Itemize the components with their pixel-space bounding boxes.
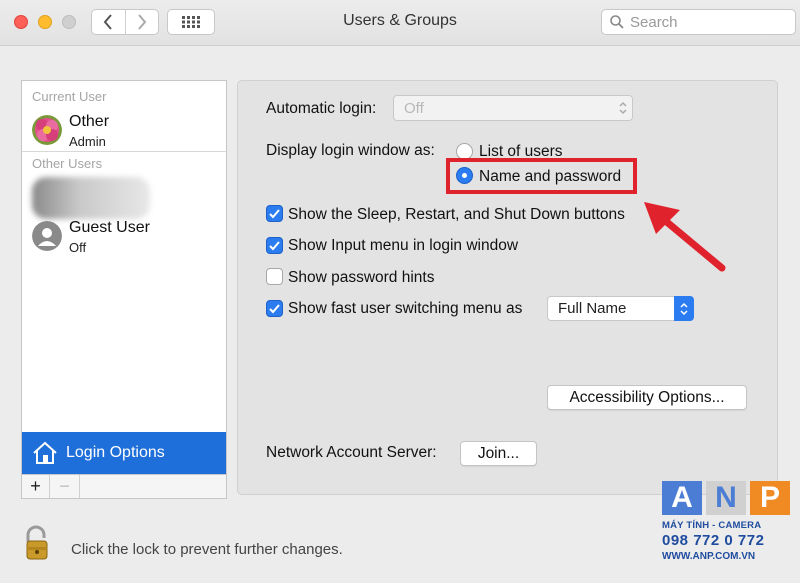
- fast-user-switching-label: Show fast user switching menu as: [288, 300, 523, 317]
- watermark-tagline: MÁY TÍNH - CAMERA: [662, 520, 762, 531]
- show-all-button[interactable]: [167, 9, 215, 35]
- search-field[interactable]: Search: [601, 9, 796, 35]
- lock-icon[interactable]: [24, 525, 54, 563]
- remove-user-button[interactable]: −: [50, 475, 80, 498]
- guest-user-status: Off: [69, 240, 87, 255]
- sleep-restart-shutdown-label: Show the Sleep, Restart, and Shut Down b…: [288, 206, 625, 223]
- checkmark-icon: [269, 304, 280, 314]
- display-login-window-label: Display login window as:: [266, 142, 435, 159]
- updown-chevron-icon: [619, 101, 627, 115]
- login-options-item[interactable]: Login Options: [22, 432, 226, 474]
- other-users-heading: Other Users: [32, 156, 103, 171]
- minimize-window-button[interactable]: [38, 15, 52, 29]
- checkmark-icon: [269, 209, 280, 219]
- current-user-heading: Current User: [32, 89, 107, 104]
- watermark-letter-n: N: [706, 481, 746, 515]
- close-window-button[interactable]: [14, 15, 28, 29]
- current-user-row[interactable]: Other Admin: [32, 113, 222, 155]
- add-user-button[interactable]: +: [22, 475, 50, 498]
- automatic-login-popup[interactable]: Off: [393, 95, 633, 121]
- join-button[interactable]: Join...: [460, 441, 537, 466]
- highlight-box: [446, 158, 637, 194]
- house-icon: [33, 441, 57, 464]
- add-remove-bar: + −: [22, 474, 226, 498]
- back-forward-group: [91, 9, 159, 35]
- search-icon: [610, 15, 624, 29]
- users-sidebar: Current User Other Admin Other Users Gue…: [21, 80, 227, 499]
- blurred-user-row[interactable]: [32, 177, 150, 219]
- fast-user-switching-checkbox[interactable]: [266, 300, 283, 317]
- lock-message: Click the lock to prevent further change…: [71, 541, 343, 558]
- current-user-role: Admin: [69, 134, 106, 149]
- network-account-server-label: Network Account Server:: [266, 444, 437, 461]
- password-hints-checkbox[interactable]: [266, 268, 283, 285]
- forward-button[interactable]: [124, 10, 159, 34]
- input-menu-label: Show Input menu in login window: [288, 237, 519, 254]
- sleep-restart-shutdown-checkbox[interactable]: [266, 205, 283, 222]
- search-placeholder: Search: [630, 13, 678, 31]
- current-user-name: Other: [69, 113, 110, 130]
- back-button[interactable]: [92, 10, 125, 34]
- input-menu-checkbox[interactable]: [266, 237, 283, 254]
- chevron-left-icon: [103, 14, 113, 30]
- checkmark-icon: [269, 241, 280, 251]
- watermark-phone: 098 772 0 772: [662, 532, 765, 549]
- watermark-letter-a: A: [662, 481, 702, 515]
- window-title: Users & Groups: [343, 12, 457, 29]
- accessibility-options-button[interactable]: Accessibility Options...: [547, 385, 747, 410]
- watermark-logo: A N P: [662, 481, 790, 515]
- zoom-window-button[interactable]: [62, 15, 76, 29]
- section-divider: [22, 151, 226, 152]
- fast-user-switching-popup[interactable]: Full Name: [547, 296, 694, 321]
- title-bar: Users & Groups Search: [0, 0, 800, 46]
- updown-chevron-icon: [680, 302, 688, 315]
- red-arrow-icon: [644, 202, 726, 272]
- guest-user-name: Guest User: [69, 219, 150, 236]
- chevron-right-icon: [137, 14, 147, 30]
- watermark-website: WWW.ANP.COM.VN: [662, 551, 756, 562]
- person-avatar-icon: [32, 221, 62, 251]
- grid-icon: [182, 16, 200, 28]
- automatic-login-value: Off: [404, 100, 424, 117]
- password-hints-label: Show password hints: [288, 269, 435, 286]
- anp-watermark: A N P MÁY TÍNH - CAMERA 098 772 0 772 WW…: [662, 481, 790, 562]
- flower-avatar-icon: [32, 115, 62, 145]
- watermark-letter-p: P: [750, 481, 790, 515]
- guest-user-row[interactable]: Guest User Off: [32, 219, 222, 261]
- login-options-label: Login Options: [66, 444, 165, 461]
- popup-stepper: [674, 296, 694, 321]
- automatic-login-label: Automatic login:: [266, 100, 377, 117]
- fast-user-switching-value: Full Name: [558, 300, 627, 317]
- login-options-panel: Automatic login: Off Display login windo…: [237, 80, 778, 495]
